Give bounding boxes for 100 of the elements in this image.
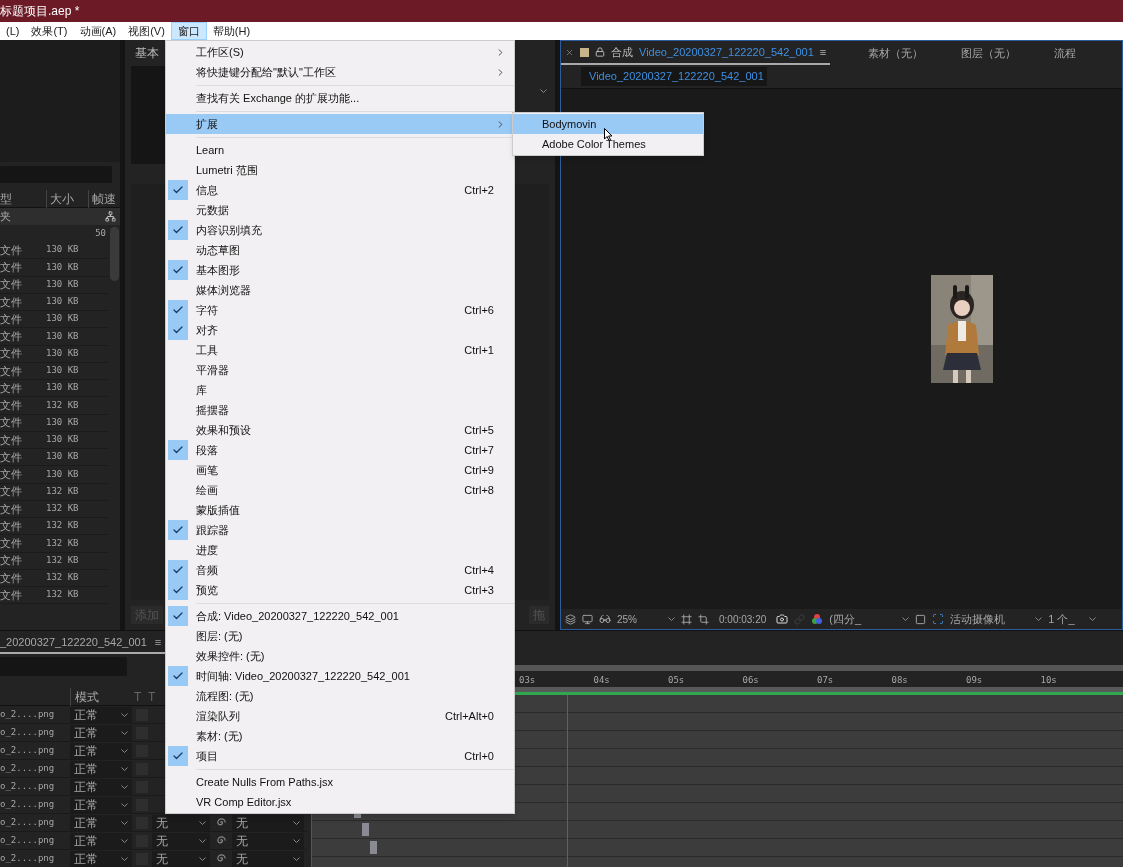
project-row[interactable]: 文件 130 KB	[0, 293, 108, 311]
menu-item[interactable]: 平滑器	[166, 360, 514, 380]
column-header[interactable]: 型	[0, 190, 46, 208]
project-row[interactable]: 文件 132 KB	[0, 483, 108, 501]
menu-item[interactable]: 预览 Ctrl+3	[166, 580, 514, 600]
menu-item[interactable]: (L)	[0, 22, 26, 40]
menu-item[interactable]: 合成: Video_20200327_122220_542_001	[166, 606, 514, 626]
menu-item[interactable]: 信息 Ctrl+2	[166, 180, 514, 200]
menu-item[interactable]: 图层: (无)	[166, 626, 514, 646]
menu-item[interactable]: 工作区(S)	[166, 42, 514, 62]
project-row[interactable]: 文件 130 KB	[0, 311, 108, 329]
layer-row[interactable]: o_2....png 正常 无 无	[0, 814, 307, 832]
layer-bar-start[interactable]	[370, 841, 377, 854]
project-row[interactable]: 文件 132 KB	[0, 569, 108, 587]
menu-item[interactable]: Lumetri 范围	[166, 160, 514, 180]
breadcrumb[interactable]: Video_20200327_122220_542_001	[581, 67, 767, 86]
resolution-dropdown[interactable]: (四分_	[829, 610, 910, 628]
menu-item[interactable]: 动态草图	[166, 240, 514, 260]
parent-dropdown[interactable]: 无	[232, 814, 304, 831]
project-row[interactable]: 文件 130 KB	[0, 380, 108, 398]
project-row[interactable]: 文件 132 KB	[0, 535, 108, 553]
mode-dropdown[interactable]: 正常	[70, 706, 132, 723]
panel-title[interactable]: 基本	[135, 44, 159, 62]
panel-tab[interactable]: 流程	[1054, 44, 1077, 62]
camera-icon[interactable]	[776, 613, 789, 625]
project-row[interactable]: 文件 130 KB	[0, 259, 108, 277]
color-channels-icon[interactable]	[811, 613, 824, 625]
menu-item[interactable]: 进度	[166, 540, 514, 560]
close-icon[interactable]	[565, 47, 574, 57]
menu-item[interactable]: 扩展	[166, 114, 514, 134]
mode-dropdown[interactable]: 正常	[70, 724, 132, 741]
project-row[interactable]: 文件 132 KB	[0, 552, 108, 570]
parent-dropdown[interactable]: 无	[232, 832, 304, 849]
mode-dropdown[interactable]: 正常	[70, 796, 132, 813]
menu-item[interactable]: 查找有关 Exchange 的扩展功能...	[166, 88, 514, 108]
menu-item[interactable]: 帮助(H)	[206, 22, 257, 40]
menu-item[interactable]: 效果和预设 Ctrl+5	[166, 420, 514, 440]
menu-item[interactable]: Learn	[166, 140, 514, 160]
layer-row[interactable]: o_2....png 正常 无 无	[0, 850, 307, 867]
menu-item[interactable]: 字符 Ctrl+6	[166, 300, 514, 320]
project-row[interactable]: 文件 130 KB	[0, 276, 108, 294]
menu-item[interactable]: 音频 Ctrl+4	[166, 560, 514, 580]
menu-item[interactable]: 段落 Ctrl+7	[166, 440, 514, 460]
monitor-icon[interactable]	[582, 613, 593, 625]
menu-item[interactable]: 动画(A)	[73, 22, 123, 40]
matte-dropdown[interactable]: 无	[152, 832, 210, 849]
zoom-dropdown[interactable]: 25%	[617, 611, 675, 627]
menu-item[interactable]: 跟踪器	[166, 520, 514, 540]
menu-item[interactable]: 视图(V)	[122, 22, 171, 40]
panel-tab[interactable]: 图层（无）	[961, 44, 1017, 62]
mode-dropdown[interactable]: 正常	[70, 832, 132, 849]
views-dropdown[interactable]: 1 个_	[1048, 610, 1097, 628]
label-color-swatch[interactable]	[580, 47, 589, 57]
region-toggle-icon[interactable]	[915, 613, 927, 625]
project-row[interactable]: 文件 132 KB	[0, 518, 108, 536]
menu-item[interactable]: Bodymovin	[513, 114, 703, 134]
menu-item[interactable]: 摇摆器	[166, 400, 514, 420]
camera-dropdown[interactable]: 活动摄像机	[950, 610, 1043, 628]
scrollbar[interactable]	[109, 227, 119, 281]
menu-item[interactable]: 媒体浏览器	[166, 280, 514, 300]
menu-item[interactable]: 基本图形	[166, 260, 514, 280]
menu-item[interactable]: 库	[166, 380, 514, 400]
glasses-icon[interactable]	[599, 613, 611, 625]
project-row[interactable]: 文件 130 KB	[0, 431, 108, 449]
region-icon[interactable]	[698, 613, 709, 625]
menu-item[interactable]: 将快捷键分配给"默认"工作区	[166, 62, 514, 82]
mode-dropdown[interactable]: 正常	[70, 742, 132, 759]
menu-item[interactable]: 蒙版插值	[166, 500, 514, 520]
column-header[interactable]: 模式	[70, 687, 134, 706]
menu-item[interactable]: 窗口	[170, 22, 207, 40]
mode-dropdown[interactable]: 正常	[70, 814, 132, 831]
hierarchy-icon[interactable]	[105, 211, 116, 222]
menu-item[interactable]: 工具 Ctrl+1	[166, 340, 514, 360]
project-row[interactable]: 文件 132 KB	[0, 500, 108, 518]
project-row[interactable]: 文件 130 KB	[0, 242, 108, 260]
menu-item[interactable]: 流程图: (无)	[166, 686, 514, 706]
menu-item[interactable]: 内容识别填充	[166, 220, 514, 240]
menu-item[interactable]: 元数据	[166, 200, 514, 220]
matte-dropdown[interactable]: 无	[152, 850, 210, 867]
project-row[interactable]: 文件 130 KB	[0, 466, 108, 484]
parent-dropdown[interactable]: 无	[232, 850, 304, 867]
panel-menu-icon[interactable]: ≡	[154, 634, 162, 651]
project-row[interactable]: 文件 130 KB	[0, 345, 108, 363]
lock-icon[interactable]	[595, 47, 605, 57]
layers-icon[interactable]	[565, 613, 576, 625]
project-row[interactable]: 文件 132 KB	[0, 587, 108, 605]
menu-item[interactable]: Adobe Color Themes	[513, 134, 703, 154]
project-row[interactable]: 文件 132 KB	[0, 397, 108, 415]
project-row[interactable]: 文件 130 KB	[0, 328, 108, 346]
project-row[interactable]: 文件 130 KB	[0, 449, 108, 467]
composition-tab[interactable]: Video_20200327_122220_542_001	[639, 43, 814, 61]
mode-dropdown[interactable]: 正常	[70, 850, 132, 867]
mode-dropdown[interactable]: 正常	[70, 778, 132, 795]
timecode[interactable]: 0:00:03:20	[715, 611, 771, 627]
menu-item[interactable]: 效果控件: (无)	[166, 646, 514, 666]
panel-menu-icon[interactable]: ≡	[819, 43, 827, 61]
menu-item[interactable]: 对齐	[166, 320, 514, 340]
panel-tab[interactable]: 素材（无）	[868, 44, 924, 62]
layer-bar-start[interactable]	[362, 823, 369, 836]
menu-item[interactable]: 画笔 Ctrl+9	[166, 460, 514, 480]
